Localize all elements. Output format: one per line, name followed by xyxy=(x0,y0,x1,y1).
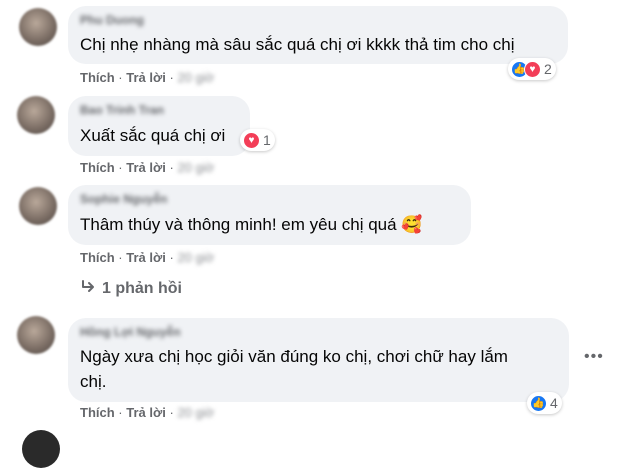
comment-actions: Thích · Trả lời · 20 giờ xyxy=(80,160,214,175)
comment-text: Xuất sắc quá chị ơi xyxy=(80,126,226,145)
reply-button[interactable]: Trả lời xyxy=(126,70,166,85)
separator: · xyxy=(118,405,123,420)
comment-author[interactable]: Hồng Lợi Nguyễn xyxy=(80,325,181,339)
comment-bubble: Phu Duong Chị nhẹ nhàng mà sâu sắc quá c… xyxy=(68,6,568,64)
reaction-summary[interactable]: 👍 ♥ 2 xyxy=(508,58,556,80)
timestamp[interactable]: 20 giờ xyxy=(177,70,214,85)
heart-icon: ♥ xyxy=(243,131,260,149)
comment-bubble: Bao Trinh Tran Xuất sắc quá chị ơi xyxy=(68,96,250,156)
separator: · xyxy=(118,250,123,265)
reaction-count: 2 xyxy=(544,61,552,77)
like-button[interactable]: Thích xyxy=(80,70,115,85)
avatar[interactable] xyxy=(17,316,55,354)
separator: · xyxy=(169,405,174,420)
comment-actions: Thích · Trả lời · 20 giờ xyxy=(80,70,214,85)
comment-actions: Thích · Trả lời · 20 giờ xyxy=(80,250,214,265)
comment-author[interactable]: Phu Duong xyxy=(80,13,144,27)
separator: · xyxy=(169,250,174,265)
reaction-count: 4 xyxy=(550,395,558,411)
timestamp[interactable]: 20 giờ xyxy=(177,160,214,175)
like-button[interactable]: Thích xyxy=(80,405,115,420)
separator: · xyxy=(118,160,123,175)
replies-count-label: 1 phản hồi xyxy=(102,280,182,297)
like-icon: 👍 xyxy=(530,394,547,412)
reaction-summary[interactable]: ♥ 1 xyxy=(240,129,275,151)
view-replies-link[interactable]: 1 phản hồi xyxy=(80,280,182,298)
comment-text-line-1: Ngày xưa chị học giỏi văn đúng ko chị, c… xyxy=(80,347,508,366)
comment-text: Thâm thúy và thông minh! em yêu chị quá … xyxy=(80,215,423,234)
avatar[interactable] xyxy=(17,96,55,134)
avatar[interactable] xyxy=(19,8,57,46)
comment-text-line-2: chị. xyxy=(80,372,107,391)
separator: · xyxy=(169,160,174,175)
timestamp[interactable]: 20 giờ xyxy=(177,405,214,420)
reply-button[interactable]: Trả lời xyxy=(126,160,166,175)
like-button[interactable]: Thích xyxy=(80,250,115,265)
comment-text: Chị nhẹ nhàng mà sâu sắc quá chị ơi kkkk… xyxy=(80,35,515,54)
timestamp[interactable]: 20 giờ xyxy=(177,250,214,265)
comment-author[interactable]: Sophie Nguyễn xyxy=(80,192,167,206)
comment-bubble: Hồng Lợi Nguyễn Ngày xưa chị học giỏi vă… xyxy=(68,318,569,402)
reaction-summary[interactable]: 👍 4 xyxy=(527,392,562,414)
more-horizontal-icon[interactable]: ••• xyxy=(584,348,604,366)
avatar[interactable] xyxy=(19,187,57,225)
heart-icon: ♥ xyxy=(524,60,541,78)
reply-button[interactable]: Trả lời xyxy=(126,250,166,265)
separator: · xyxy=(118,70,123,85)
avatar[interactable] xyxy=(22,430,60,468)
comment-bubble: Sophie Nguyễn Thâm thúy và thông minh! e… xyxy=(68,185,471,245)
separator: · xyxy=(169,70,174,85)
reply-arrow-icon xyxy=(82,280,94,292)
comment-actions: Thích · Trả lời · 20 giờ xyxy=(80,405,214,420)
like-button[interactable]: Thích xyxy=(80,160,115,175)
reaction-count: 1 xyxy=(263,132,271,148)
reply-button[interactable]: Trả lời xyxy=(126,405,166,420)
comment-author[interactable]: Bao Trinh Tran xyxy=(80,103,164,117)
